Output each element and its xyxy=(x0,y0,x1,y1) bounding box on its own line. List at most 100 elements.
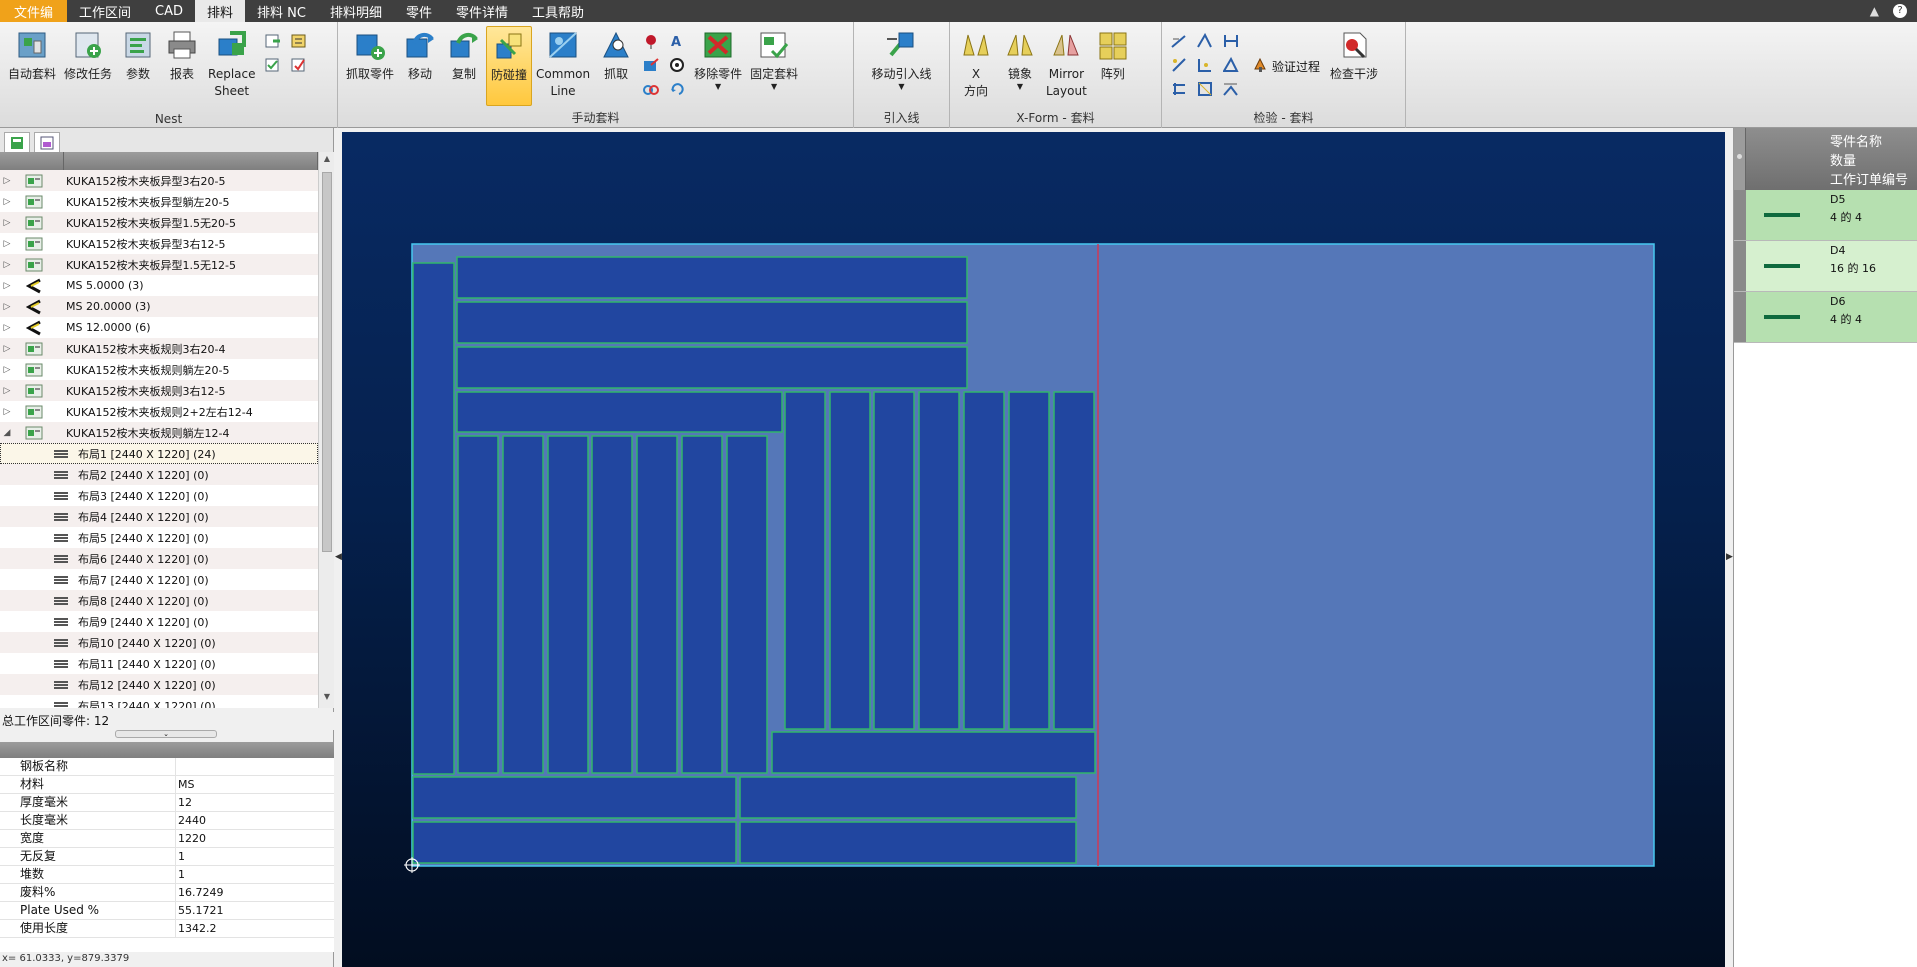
move-leadin-dropdown-icon[interactable]: ▼ xyxy=(898,83,904,91)
nest-part[interactable] xyxy=(784,391,826,730)
text-a-icon[interactable]: A xyxy=(668,32,686,50)
layout-tab-icon[interactable] xyxy=(34,132,60,152)
tab-parts[interactable]: 零件 xyxy=(394,0,444,22)
nest-part[interactable] xyxy=(502,435,544,774)
dim-icon-7[interactable] xyxy=(1170,80,1188,98)
nest-part[interactable] xyxy=(456,346,968,389)
dim-icon-2[interactable] xyxy=(1196,32,1214,50)
dim-icon-6[interactable] xyxy=(1222,56,1240,74)
tree-row[interactable]: ▷ KUKA152桉木夹板规则3右20-4 xyxy=(0,338,318,359)
nest-part[interactable] xyxy=(963,391,1005,730)
expand-arrow-icon[interactable]: ▷ xyxy=(0,386,14,396)
expand-arrow-icon[interactable]: ▷ xyxy=(0,197,14,207)
expand-arrow-icon[interactable]: ▷ xyxy=(0,302,14,312)
property-value[interactable]: 16.7249 xyxy=(176,884,224,901)
check-interference-button[interactable]: 检查干涉 xyxy=(1326,26,1382,106)
ribbon-collapse-icon[interactable]: ▲ xyxy=(1870,4,1879,18)
tree-row[interactable]: ▷ MS 20.0000 (3) xyxy=(0,296,318,317)
replace-sheet-button[interactable]: Replace Sheet xyxy=(204,26,259,106)
fix-nest-dropdown-icon[interactable]: ▼ xyxy=(771,83,777,91)
collapse-arrow-icon[interactable]: ◢ xyxy=(0,428,14,438)
tree-layout-row[interactable]: 布局5 [2440 X 1220] (0) xyxy=(0,527,318,548)
tree-layout-row[interactable]: 布局13 [2440 X 1220] (0) xyxy=(0,695,318,708)
tree-row[interactable]: ▷ KUKA152桉木夹板异型1.5无20-5 xyxy=(0,212,318,233)
dim-icon-9[interactable] xyxy=(1222,80,1240,98)
nest-part[interactable] xyxy=(412,262,455,775)
nest-part[interactable] xyxy=(873,391,915,730)
help-icon[interactable]: ? xyxy=(1893,4,1907,18)
expand-arrow-icon[interactable]: ▷ xyxy=(0,344,14,354)
scroll-thumb[interactable] xyxy=(322,172,332,552)
tree-row[interactable]: ▷ KUKA152桉木夹板异型1.5无12-5 xyxy=(0,254,318,275)
tab-cad[interactable]: CAD xyxy=(143,0,195,22)
tab-nest-detail[interactable]: 排料明细 xyxy=(318,0,394,22)
expand-arrow-icon[interactable]: ▷ xyxy=(0,323,14,333)
fix-nest-button[interactable]: 固定套料 ▼ xyxy=(746,26,802,106)
right-splitbar[interactable]: ▶ xyxy=(1725,128,1733,967)
tree-row[interactable]: ▷ MS 5.0000 (3) xyxy=(0,275,318,296)
tree-tab-icon[interactable] xyxy=(4,132,30,152)
tree-layout-row[interactable]: 布局12 [2440 X 1220] (0) xyxy=(0,674,318,695)
nest-part[interactable] xyxy=(547,435,589,774)
expand-arrow-icon[interactable]: ▷ xyxy=(0,239,14,249)
property-value[interactable]: 1 xyxy=(176,866,185,883)
nest-part[interactable] xyxy=(456,301,968,344)
dim-icon-5[interactable] xyxy=(1196,56,1214,74)
expand-arrow-icon[interactable]: ▷ xyxy=(0,365,14,375)
expand-arrow-icon[interactable]: ▷ xyxy=(0,407,14,417)
nest-part[interactable] xyxy=(457,435,499,774)
part-edit-icon[interactable] xyxy=(642,56,660,74)
dim-icon-3[interactable] xyxy=(1222,32,1240,50)
link-icon[interactable] xyxy=(642,80,660,98)
tree-layout-row[interactable]: 布局11 [2440 X 1220] (0) xyxy=(0,653,318,674)
move-button[interactable]: 移动 xyxy=(398,26,442,106)
nest-part[interactable] xyxy=(1053,391,1095,730)
scroll-down-icon[interactable]: ▼ xyxy=(319,692,334,706)
property-value[interactable]: 1 xyxy=(176,848,185,865)
nest-part[interactable] xyxy=(726,435,768,774)
tree-layout-row[interactable]: 布局2 [2440 X 1220] (0) xyxy=(0,464,318,485)
property-value[interactable]: 2440 xyxy=(176,812,206,829)
nest-drawing[interactable] xyxy=(342,132,1725,967)
tree-row[interactable]: ▷ MS 12.0000 (6) xyxy=(0,317,318,338)
nest-part[interactable] xyxy=(636,435,678,774)
sheet-check-icon[interactable] xyxy=(264,56,282,74)
tree-row[interactable]: ▷ KUKA152桉木夹板异型3右20-5 xyxy=(0,170,318,191)
tree-row[interactable]: ▷ KUKA152桉木夹板异型躺左20-5 xyxy=(0,191,318,212)
mirror-layout-button[interactable]: Mirror Layout xyxy=(1042,26,1091,106)
report-button[interactable]: 报表 xyxy=(160,26,204,106)
tree-layout-row[interactable]: 布局10 [2440 X 1220] (0) xyxy=(0,632,318,653)
tree-row[interactable]: ▷ KUKA152桉木夹板规则2+2左右12-4 xyxy=(0,401,318,422)
property-value[interactable]: 1342.2 xyxy=(176,920,217,937)
property-value[interactable]: 12 xyxy=(176,794,192,811)
modify-task-button[interactable]: 修改任务 xyxy=(60,26,116,106)
nest-part[interactable] xyxy=(918,391,960,730)
expand-arrow-icon[interactable]: ▷ xyxy=(0,281,14,291)
marker-red-icon[interactable] xyxy=(642,32,660,50)
property-value[interactable]: 55.1721 xyxy=(176,902,224,919)
expand-arrow-icon[interactable]: ▷ xyxy=(0,176,14,186)
part-row[interactable]: D4 16 的 16 xyxy=(1734,241,1917,292)
tree-row[interactable]: ▷ KUKA152桉木夹板规则躺左20-5 xyxy=(0,359,318,380)
rotate-icon[interactable] xyxy=(668,80,686,98)
panel-splitter[interactable]: ⌄ xyxy=(115,730,217,738)
grab-part-button[interactable]: 抓取零件 xyxy=(342,26,398,106)
tree-layout-row[interactable]: 布局4 [2440 X 1220] (0) xyxy=(0,506,318,527)
nest-part[interactable] xyxy=(412,821,737,864)
expand-arrow-icon[interactable]: ▷ xyxy=(0,218,14,228)
tree-layout-row[interactable]: 布局6 [2440 X 1220] (0) xyxy=(0,548,318,569)
sheet-add-icon[interactable] xyxy=(264,32,282,50)
nest-part[interactable] xyxy=(591,435,633,774)
property-value[interactable]: 1220 xyxy=(176,830,206,847)
collapse-right-icon[interactable]: ▶ xyxy=(1726,552,1733,562)
x-direction-button[interactable]: X 方向 xyxy=(954,26,998,106)
nest-canvas[interactable] xyxy=(342,132,1725,967)
nest-part[interactable] xyxy=(1008,391,1050,730)
sheet-list-icon[interactable] xyxy=(290,32,308,50)
array-button[interactable]: 阵列 xyxy=(1091,26,1135,106)
tab-nest-nc[interactable]: 排料 NC xyxy=(245,0,318,22)
dim-icon-4[interactable] xyxy=(1170,56,1188,74)
common-line-button[interactable]: Common Line xyxy=(532,26,594,106)
tab-part-detail[interactable]: 零件详情 xyxy=(444,0,520,22)
tree-row[interactable]: ▷ KUKA152桉木夹板规则3右12-5 xyxy=(0,380,318,401)
